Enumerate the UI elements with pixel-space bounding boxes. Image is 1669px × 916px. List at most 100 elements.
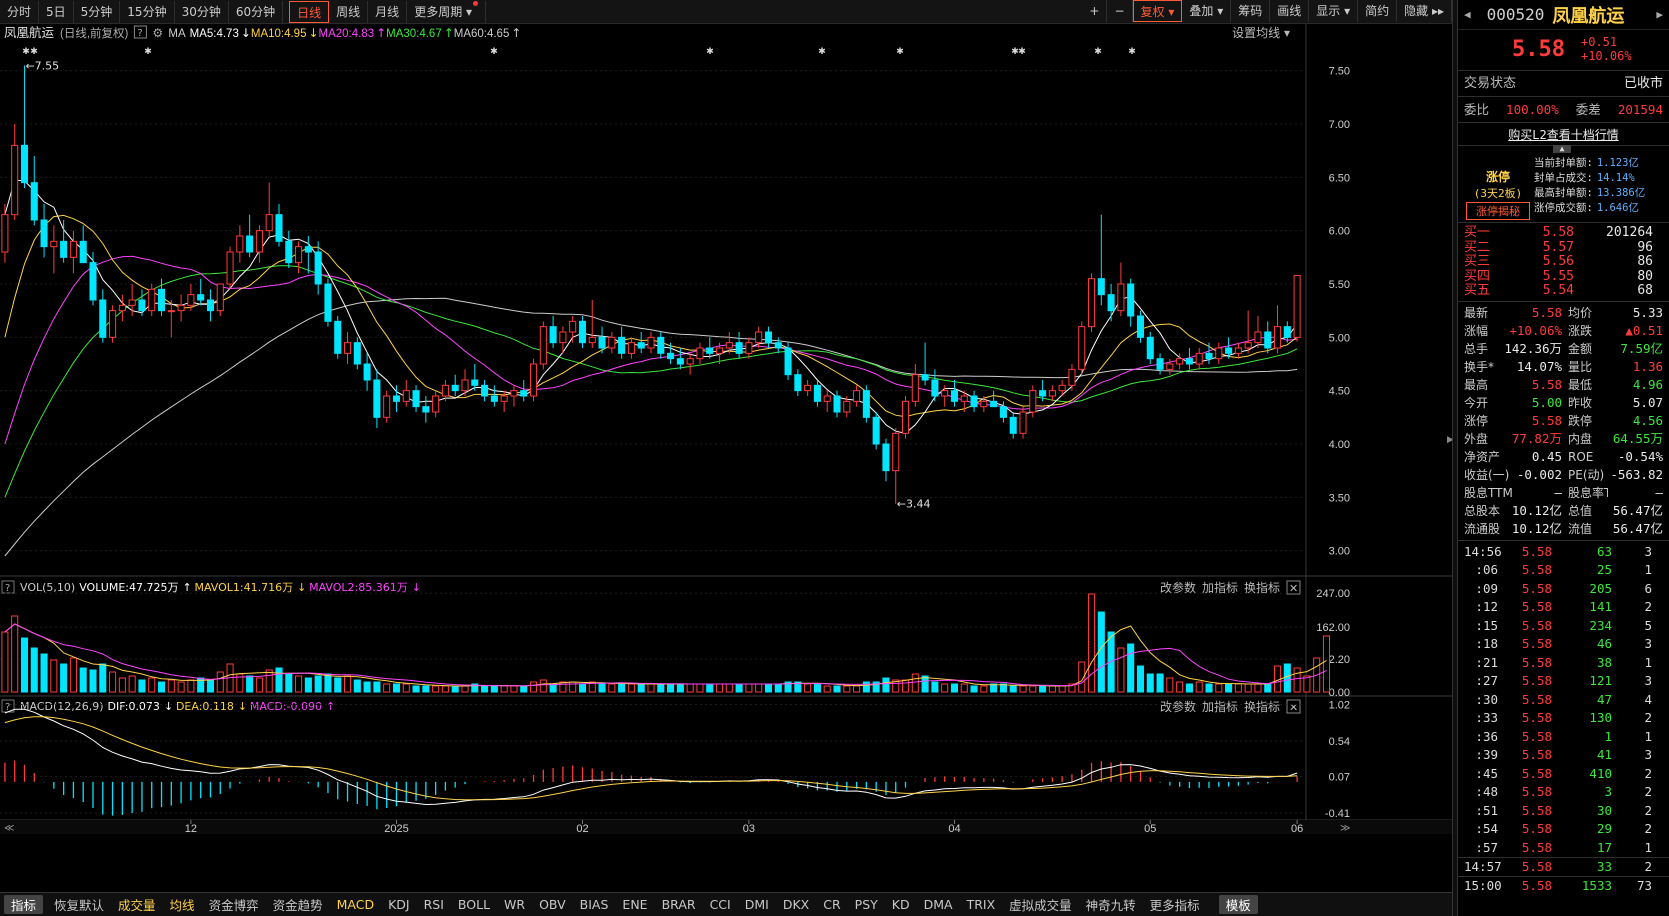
candle-body[interactable] [422,406,430,413]
candle-body[interactable] [138,299,146,312]
candle-body[interactable] [1166,363,1174,370]
book-row[interactable]: 买二 5.57 96 [1458,240,1669,256]
volume-bar[interactable] [657,683,665,693]
scroll-right-icon[interactable]: ≫ [1340,823,1350,834]
indicator-tab-14[interactable]: BRAR [655,897,703,912]
volume-bar[interactable] [618,683,626,693]
book-row[interactable]: 买四 5.55 80 [1458,269,1669,285]
toolbar-right-1[interactable]: − [1107,0,1133,22]
volume-bar[interactable] [882,677,890,693]
candle-body[interactable] [1127,283,1135,317]
candle-body[interactable] [1185,358,1193,365]
candle-body[interactable] [1293,274,1301,338]
candle-body[interactable] [461,379,469,392]
candle-body[interactable] [392,395,401,402]
indicator-tab-11[interactable]: OBV [532,897,573,912]
period-tab-4[interactable]: 30分钟 [175,0,229,23]
candle-body[interactable] [1019,411,1027,434]
event-marker-icon[interactable]: ✱ [490,47,498,57]
candle-body[interactable] [363,363,371,381]
candle-body[interactable] [667,352,675,360]
candle-body[interactable] [265,214,273,232]
volume-bar[interactable] [764,683,773,693]
volume-bar[interactable] [20,637,29,693]
volume-bar[interactable] [1215,683,1223,693]
book-row[interactable]: 买一 5.58 201264 [1458,225,1669,241]
indicator-tab-26[interactable]: 模板 [1218,895,1258,914]
volume-bar[interactable] [392,683,401,693]
volume-bar[interactable] [755,683,763,693]
candle-body[interactable] [843,400,851,413]
candle-body[interactable] [1205,352,1213,360]
indicator-tab-25[interactable]: 更多指标 [1143,895,1207,914]
candle-body[interactable] [373,379,381,418]
indicator-tab-19[interactable]: PSY [848,897,885,912]
toolbar-right-3[interactable]: 叠加 ▾ [1182,0,1232,22]
event-marker-icon[interactable]: ✱ [1094,47,1102,57]
volume-bar[interactable] [60,663,68,693]
candle-body[interactable] [608,336,616,349]
candle-body[interactable] [1136,315,1145,338]
candle-body[interactable] [618,336,626,354]
volume-bar[interactable] [608,683,616,693]
indicator-tab-10[interactable]: WR [497,897,532,912]
candle-body[interactable] [1078,326,1086,370]
candle-body[interactable] [892,432,900,472]
book-row[interactable]: 买三 5.56 86 [1458,254,1669,270]
volume-bar[interactable] [1029,685,1037,693]
candle-body[interactable] [1234,347,1242,354]
volume-bar[interactable] [980,685,988,693]
candle-body[interactable] [314,251,322,285]
indicator-tab-18[interactable]: CR [816,897,847,912]
volume-bar[interactable] [216,671,224,693]
volume-bar[interactable] [481,685,489,693]
volume-bar[interactable] [373,681,381,693]
indicator-tab-21[interactable]: DMA [917,897,960,912]
candle-body[interactable] [246,235,254,253]
volume-bar[interactable] [1127,643,1135,693]
period-tab-8[interactable]: 月线 [368,0,408,23]
volume-bar[interactable] [30,647,38,693]
indicator-tab-13[interactable]: ENE [615,897,654,912]
volume-bar[interactable] [833,685,841,693]
volume-bar[interactable] [157,681,166,693]
volume-bar[interactable] [901,679,910,693]
volume-bar[interactable] [40,653,48,693]
volume-bar[interactable] [696,683,704,693]
candle-body[interactable] [520,390,528,397]
volume-bar[interactable] [1117,647,1125,693]
volume-bar[interactable] [50,659,58,693]
indicator-tab-3[interactable]: 均线 [163,895,202,914]
candle-body[interactable] [1146,336,1154,360]
volume-bar[interactable] [1195,681,1203,693]
volume-bar[interactable] [118,677,126,693]
indicator-tab-20[interactable]: KD [885,897,917,912]
toolbar-right-0[interactable]: + [1082,0,1108,22]
toolbar-right-2[interactable]: 复权 ▾ [1132,0,1183,22]
candle-body[interactable] [676,358,684,365]
candle-body[interactable] [588,336,596,344]
candle-body[interactable] [1097,278,1105,296]
event-marker-icon[interactable]: ✱ [1018,47,1026,57]
indicator-tab-23[interactable]: 虚拟成交量 [1002,895,1079,914]
candle-body[interactable] [1283,326,1291,338]
candle-body[interactable] [412,390,420,408]
candle-body[interactable] [745,342,753,354]
candle-body[interactable] [255,230,263,253]
volume-bar[interactable] [1234,683,1242,693]
volume-bar[interactable] [148,677,156,693]
limit-up-reveal-button[interactable]: 涨停揭秘 [1466,202,1530,220]
collapse-icon[interactable]: ▲ [1553,145,1571,153]
candle-body[interactable] [794,374,802,392]
candle-body[interactable] [1048,390,1056,397]
candle-body[interactable] [1264,331,1272,349]
candle-body[interactable] [441,384,449,397]
volume-bar[interactable] [128,675,136,693]
candle-body[interactable] [706,347,714,354]
period-tab-1[interactable]: 5日 [39,0,74,23]
prev-stock-icon[interactable]: ◀ [1464,8,1471,21]
candle-body[interactable] [804,384,812,392]
volume-bar[interactable] [343,675,352,693]
event-marker-icon[interactable]: ✱ [22,47,30,57]
candle-body[interactable] [539,326,547,365]
